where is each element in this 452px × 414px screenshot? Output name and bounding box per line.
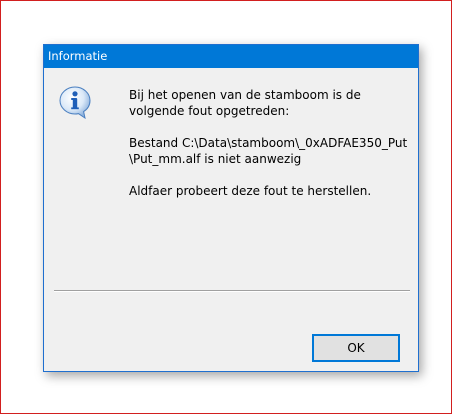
dialog-title: Informatie <box>48 49 108 63</box>
message-text: Bij het openen van de stamboom is de vol… <box>129 87 414 215</box>
info-dialog: Informatie Bij het openen van de stamboo… <box>43 44 419 372</box>
message-paragraph: Aldfaer probeert deze fout te herstellen… <box>129 183 414 199</box>
title-bar[interactable]: Informatie <box>44 45 418 68</box>
message-paragraph: Bestand C:\Data\stamboom\_0xADFAE350_Put… <box>129 135 414 167</box>
message-paragraph: Bij het openen van de stamboom is de vol… <box>129 87 414 119</box>
ok-button[interactable]: OK <box>312 334 400 362</box>
info-icon <box>59 86 91 119</box>
message-line: Aldfaer probeert deze fout te herstellen… <box>129 184 372 198</box>
message-line: Bestand C:\Data\stamboom\_0xADFAE350_Put <box>129 136 408 150</box>
message-line: \Put_mm.alf is niet aanwezig <box>129 152 302 166</box>
message-line: volgende fout opgetreden: <box>129 104 290 118</box>
divider <box>54 290 410 292</box>
message-line: Bij het openen van de stamboom is de <box>129 88 361 102</box>
